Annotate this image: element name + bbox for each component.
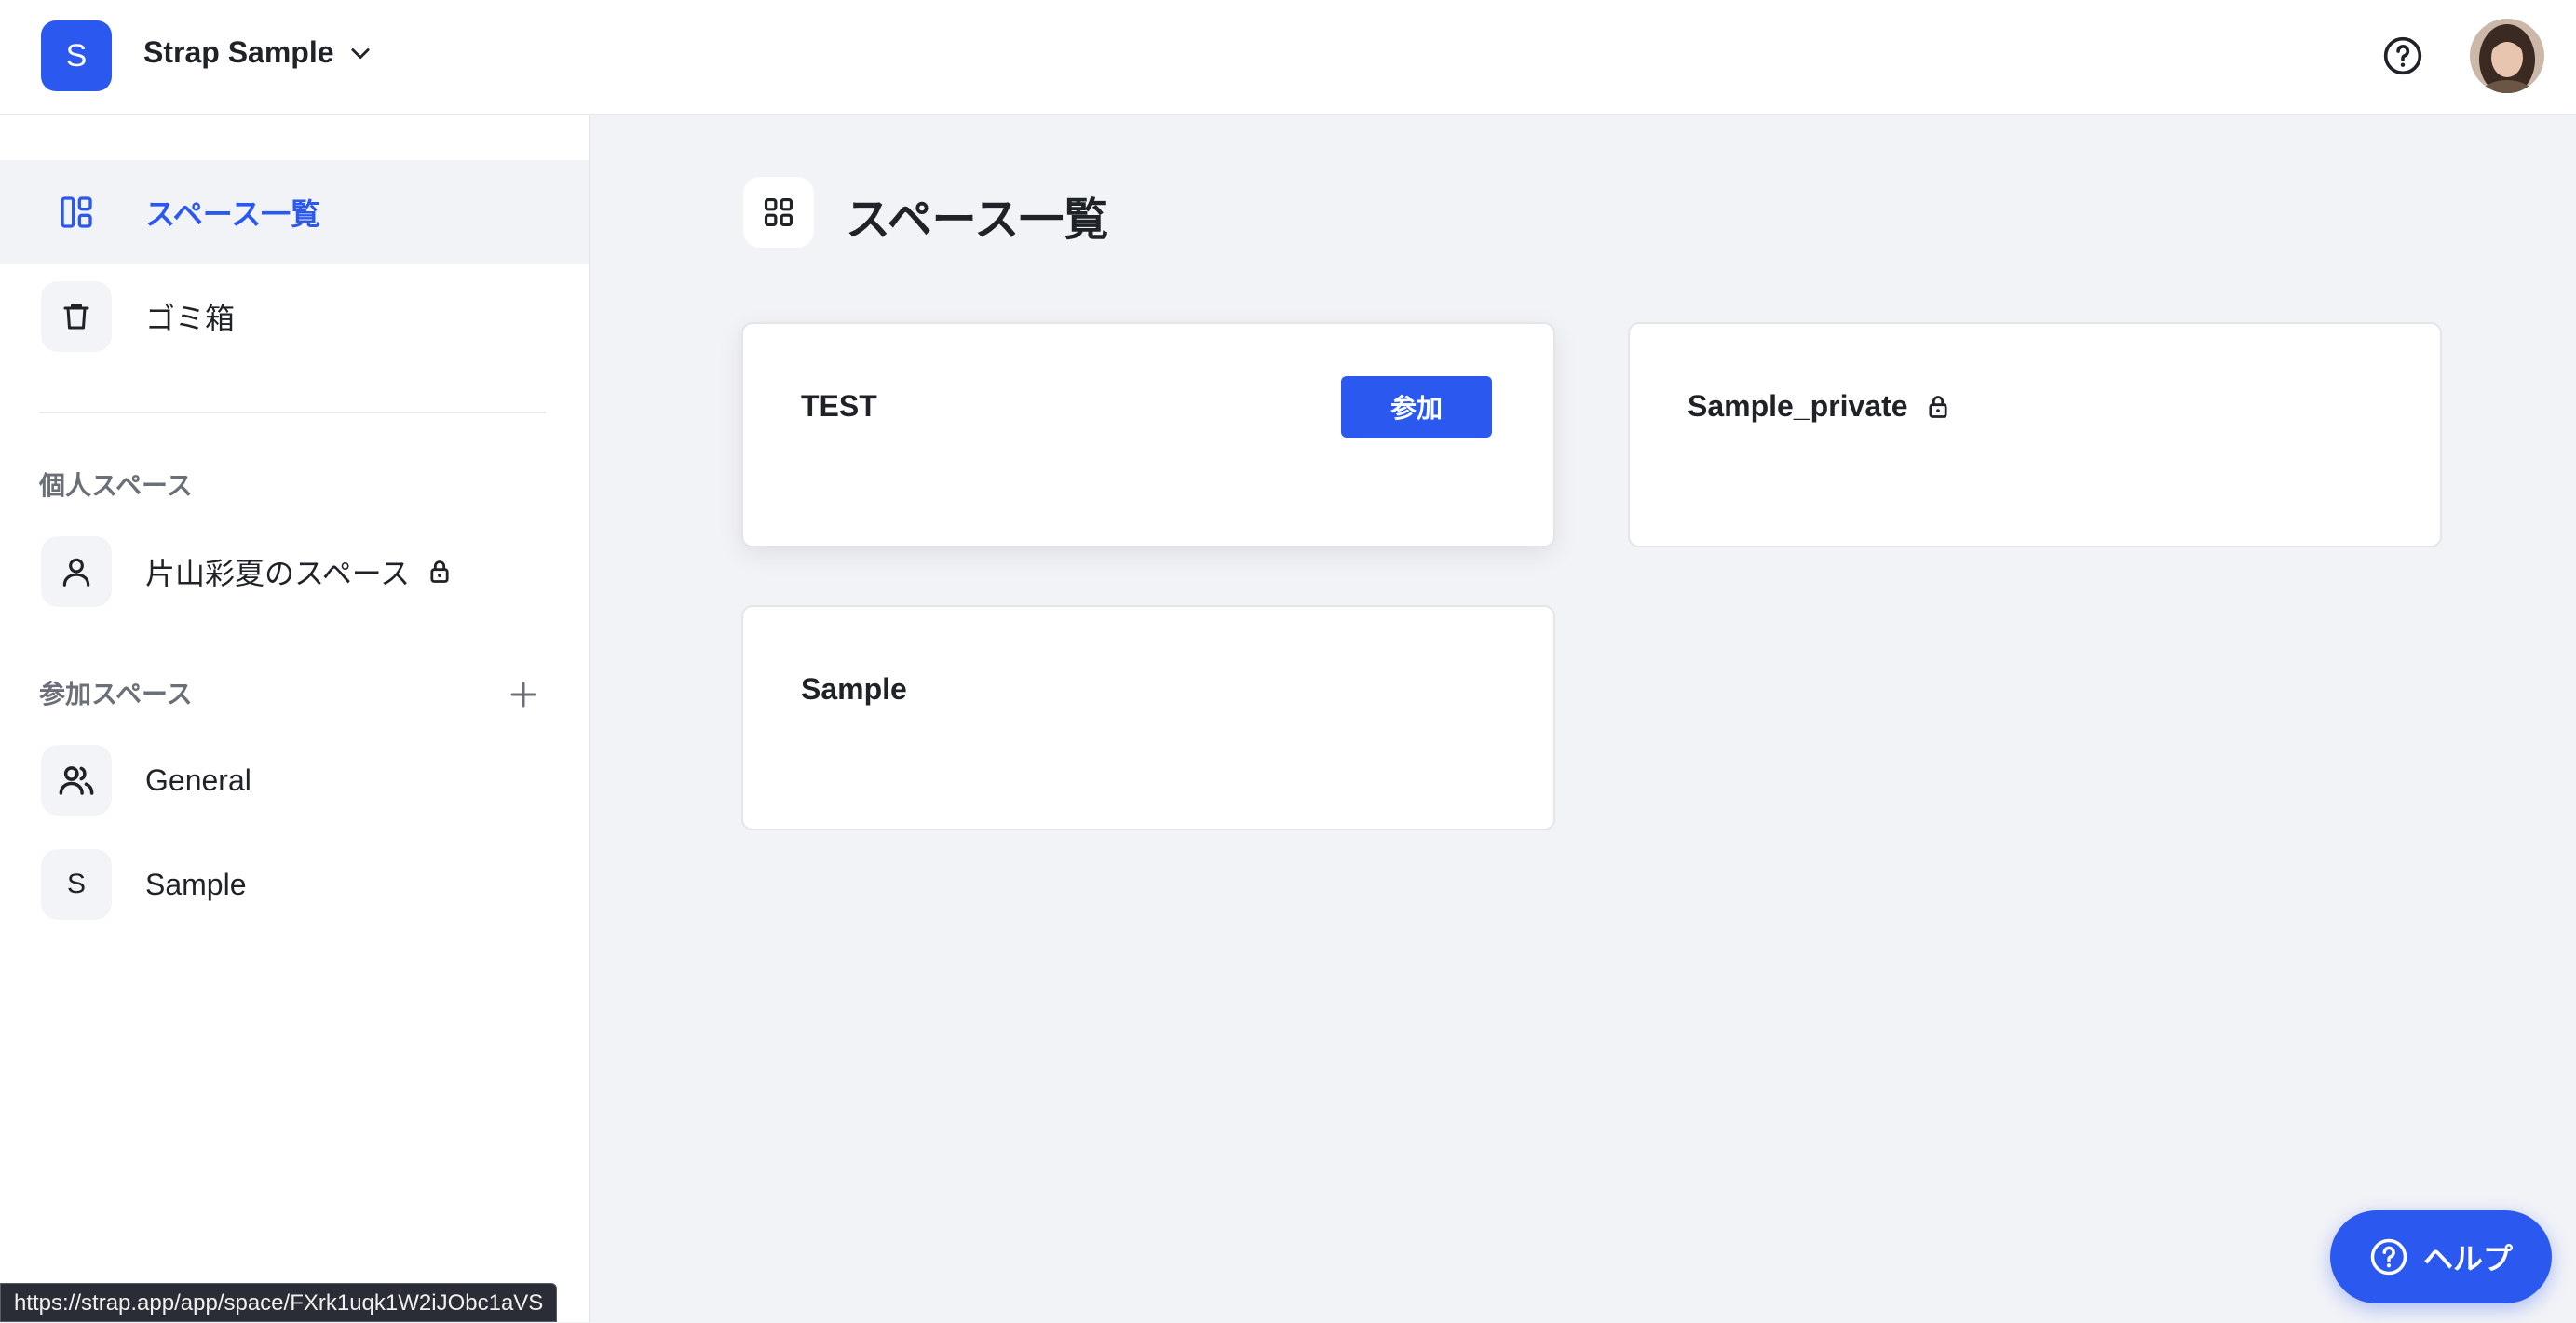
sidebar-item-label: スペース一覧 <box>145 197 321 231</box>
status-bar-url: https://strap.app/app/space/FXrk1uqk1W2i… <box>0 1283 558 1322</box>
space-initial: S <box>66 869 86 899</box>
chevron-down-icon <box>350 47 370 59</box>
top-header: S Strap Sample <box>0 0 2576 115</box>
spaces-icon <box>61 196 92 228</box>
sidebar-item-label: ゴミ箱 <box>145 302 236 335</box>
personal-section-title: 個人スペース <box>39 471 193 500</box>
avatar-photo <box>2470 19 2544 93</box>
joined-section-title: 参加スペース <box>39 680 193 709</box>
help-icon[interactable] <box>2382 35 2423 76</box>
nav-icon-box <box>41 177 112 248</box>
card-title: TEST <box>801 389 877 423</box>
sidebar-divider <box>39 412 546 413</box>
card-title-wrap: Sample_private <box>1688 389 1951 424</box>
workspace-switcher[interactable]: Strap Sample <box>143 35 373 70</box>
nav-icon-box <box>41 281 112 352</box>
lock-icon <box>430 560 449 583</box>
page-title-icon-box <box>743 177 814 248</box>
help-icon <box>2370 1238 2407 1276</box>
lock-icon <box>1928 395 1947 418</box>
sidebar-item-spaces[interactable]: スペース一覧 <box>0 160 589 264</box>
space-card-sample-private[interactable]: Sample_private <box>1628 322 2442 547</box>
nav-icon-box <box>41 536 112 607</box>
people-icon <box>59 766 94 795</box>
user-avatar[interactable] <box>2470 19 2544 93</box>
help-button-label: ヘルプ <box>2422 1242 2513 1276</box>
sidebar-item-trash[interactable]: ゴミ箱 <box>0 264 589 369</box>
nav-icon-box <box>41 745 112 816</box>
sidebar: スペース一覧 ゴミ箱 個人スペース 片山彩夏のスペース 参加スペース Gener… <box>0 115 590 1322</box>
sidebar-item-label: General <box>145 763 251 797</box>
join-button[interactable]: 参加 <box>1341 376 1492 438</box>
space-card-sample[interactable]: Sample <box>741 605 1555 830</box>
page-title: スペース一覧 <box>846 196 1109 245</box>
sidebar-item-label: 片山彩夏のスペース <box>145 557 411 590</box>
trash-icon <box>63 304 89 330</box>
workspace-logo[interactable]: S <box>41 20 112 91</box>
person-icon <box>62 558 90 587</box>
personal-space-label-wrap: 片山彩夏のスペース <box>145 550 453 593</box>
workspace-initial: S <box>65 37 88 74</box>
help-button[interactable]: ヘルプ <box>2330 1210 2552 1303</box>
sidebar-item-personal-space[interactable]: 片山彩夏のスペース <box>0 520 589 624</box>
card-title: Sample_private <box>1688 389 1908 423</box>
sidebar-item-general[interactable]: General <box>0 728 589 832</box>
sidebar-item-sample[interactable]: S Sample <box>0 832 589 937</box>
add-space-icon[interactable] <box>507 678 540 711</box>
card-title: Sample <box>801 672 907 706</box>
nav-icon-box: S <box>41 849 112 920</box>
sidebar-item-label: Sample <box>145 867 247 901</box>
grid-icon <box>764 197 793 227</box>
space-card-test[interactable]: TEST 参加 <box>741 322 1555 547</box>
workspace-name: Strap Sample <box>143 35 334 69</box>
